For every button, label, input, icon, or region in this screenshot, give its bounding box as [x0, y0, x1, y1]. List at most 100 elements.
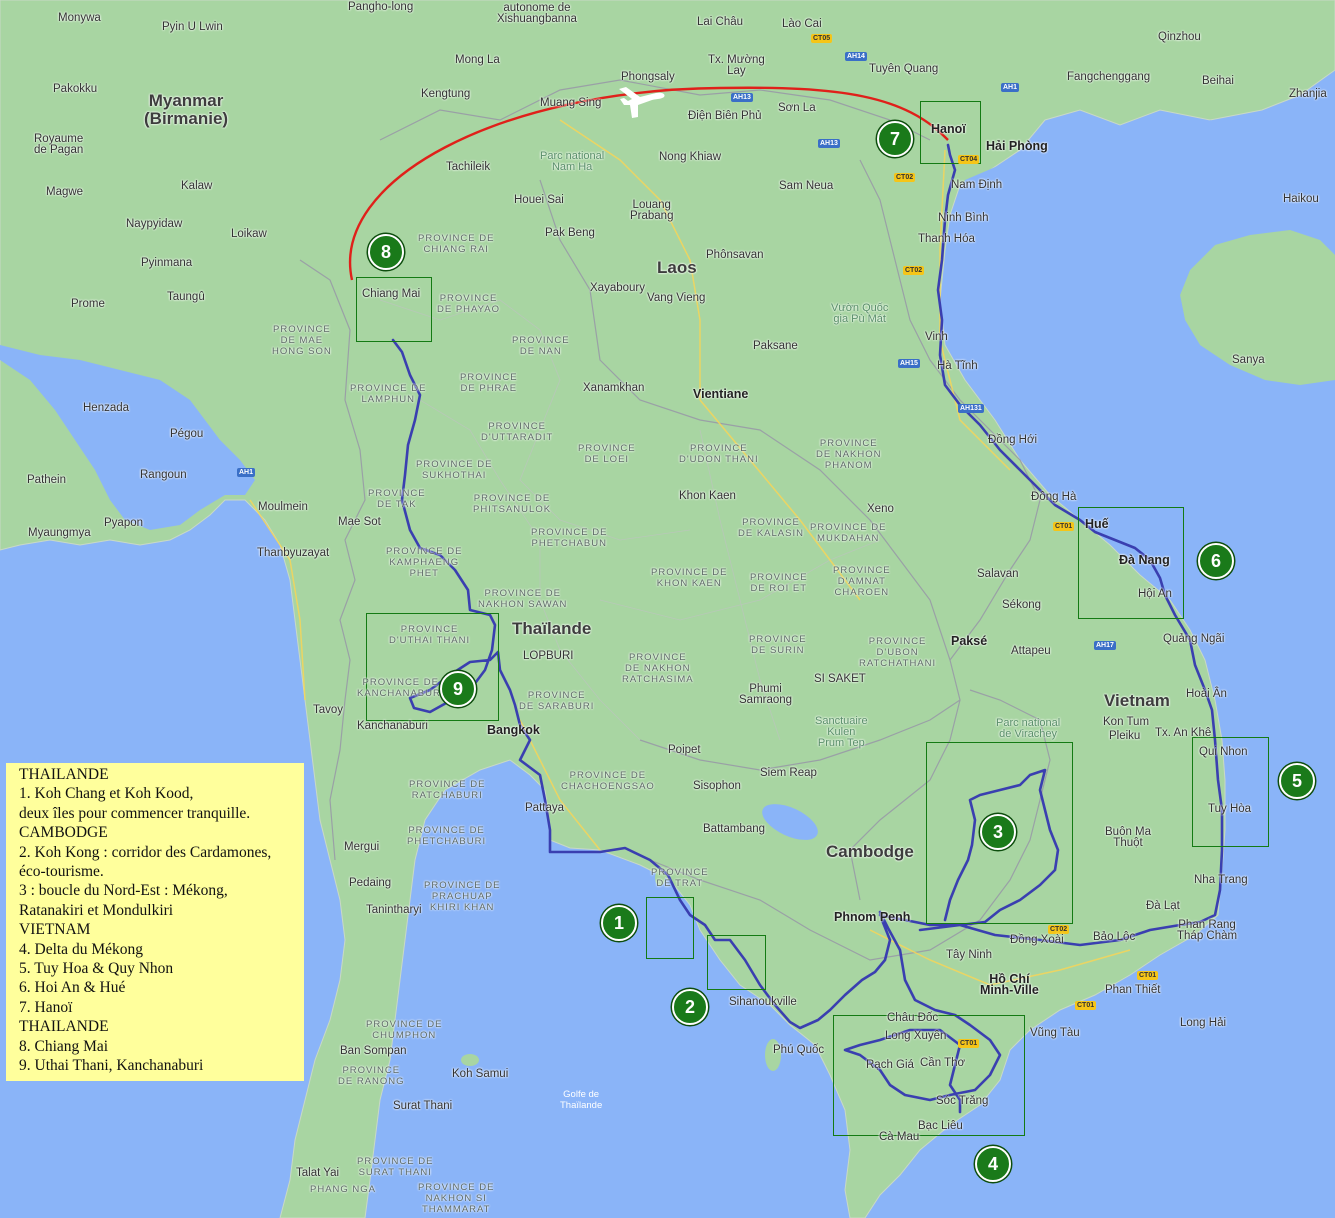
city-label: Vũng Tàu — [1030, 1027, 1080, 1039]
zone-1-koh-chang[interactable] — [646, 897, 694, 959]
province-label: PROVINCE DE CHACHOENGSAO — [561, 770, 655, 792]
province-label: PROVINCE DE PHITSANULOK — [473, 493, 552, 515]
city-label: Đồng Hới — [988, 434, 1038, 446]
city-label: Bạc Liêu — [918, 1120, 963, 1132]
city-label: Haikou — [1283, 193, 1319, 205]
city-label: Pégou — [170, 428, 204, 440]
highway-shield: AH14 — [845, 52, 867, 61]
park-label: Vườn Quốc gia Pù Mát — [831, 302, 889, 325]
city-label: Rangoun — [140, 469, 187, 481]
city-label: Kanchanaburi — [357, 720, 428, 732]
legend-line: 5. Tuy Hoa & Quy Nhon — [19, 960, 174, 978]
province-label: PROVINCE DE SURAT THANI — [357, 1156, 434, 1178]
province-label: PROVINCE DE TRAT — [651, 867, 709, 889]
marker-3[interactable]: 3 — [980, 814, 1016, 850]
legend-line: 2. Koh Kong : corridor des Cardamones, — [19, 843, 272, 861]
marker-5[interactable]: 5 — [1279, 763, 1315, 799]
marker-1[interactable]: 1 — [601, 905, 637, 941]
city-label: Houei Sai — [514, 194, 564, 206]
highway-shield: CT01 — [1075, 1001, 1097, 1010]
province-label: PHANG NGA — [310, 1184, 377, 1195]
city-label: Phongsaly — [621, 71, 675, 83]
highway-shield: AH1 — [237, 468, 256, 477]
province-label: PROVINCE DE PHRAE — [460, 372, 518, 394]
legend-line: Ratanakiri et Mondulkiri — [19, 901, 174, 919]
city-label: Sanya — [1232, 354, 1265, 366]
city-label: Battambang — [703, 823, 766, 835]
city-label: Hoài Ân — [1186, 688, 1227, 700]
city-label: Tuyên Quang — [869, 63, 939, 75]
city-label: Sam Neua — [779, 180, 834, 192]
province-label: PROVINCE DE RATCHABURI — [409, 779, 486, 801]
legend-line: VIETNAM — [19, 921, 91, 939]
legend-line: 7. Hanoï — [19, 998, 73, 1016]
highway-shield: CT01 — [1053, 522, 1075, 531]
city-label-hochiminh: Hồ Chí Minh-Ville — [980, 972, 1039, 997]
city-label: Tây Ninh — [946, 949, 993, 961]
legend-line: 9. Uthai Thani, Kanchanaburi — [19, 1057, 204, 1075]
city-label: Attapeu — [1011, 645, 1051, 657]
city-label: Lai Châu — [697, 16, 744, 28]
province-label: PROVINCE DE PHETCHABUN — [531, 527, 608, 549]
highway-shield: CT04 — [958, 155, 980, 164]
city-label: Kalaw — [181, 180, 213, 192]
city-label: Rạch Giá — [866, 1059, 914, 1071]
city-label: Long Hải — [1180, 1017, 1227, 1029]
city-label-pakse: Paksé — [951, 634, 988, 648]
country-label-laos: Laos — [657, 258, 697, 277]
province-label: PROVINCE DE SURIN — [749, 634, 807, 656]
highway-shield: CT05 — [811, 34, 833, 43]
park-label: Parc national de Virachey — [996, 717, 1061, 740]
map-canvas[interactable]: CT05 AH14 AH1 AH13 AH13 CT04 CT02 CT02 A… — [0, 0, 1335, 1218]
city-label: Pyinmana — [141, 257, 193, 269]
city-label: Cần Thơ — [920, 1057, 966, 1069]
city-label: Qinzhou — [1158, 31, 1201, 43]
marker-2[interactable]: 2 — [672, 989, 708, 1025]
province-label: PROVINCE D'UDON THANI — [679, 443, 759, 465]
province-label: PROVINCE DE PRACHUAP KHIRI KHAN — [424, 880, 501, 913]
city-label: Louang Prabang — [630, 199, 674, 222]
city-label: Pakokku — [53, 83, 98, 95]
legend-line: éco-tourisme. — [19, 863, 104, 881]
city-label: Nam Định — [951, 179, 1003, 191]
city-label: Kengtung — [421, 88, 471, 100]
marker-4[interactable]: 4 — [975, 1146, 1011, 1182]
city-label-haiphong: Hải Phòng — [986, 139, 1048, 153]
city-label-hanoi: Hanoï — [931, 122, 966, 136]
province-label: PROVINCE DE NAKHON PHANOM — [816, 438, 882, 471]
province-label: PROVINCE D'AMNAT CHAROEN — [833, 565, 891, 598]
city-label: Thanbyuzayat — [257, 547, 330, 559]
city-label: Nong Khiaw — [659, 151, 722, 163]
province-label: PROVINCE DE MUKDAHAN — [810, 522, 887, 544]
province-label: PROVINCE DE CHIANG RAI — [418, 233, 495, 255]
city-label: Pyin U Lwin — [162, 21, 223, 33]
city-label: Pyapon — [104, 517, 144, 529]
city-label: Vinh — [925, 331, 948, 343]
marker-9[interactable]: 9 — [440, 671, 476, 707]
zone-8-chiang-mai[interactable] — [356, 277, 432, 342]
city-label: Sékong — [1002, 599, 1042, 611]
province-label: PROVINCE DE CHUMPHON — [366, 1019, 443, 1041]
province-label: PROVINCE DE SUKHOTHAI — [416, 459, 493, 481]
city-label-vientiane: Vientiane — [693, 387, 749, 401]
zone-2-koh-kong[interactable] — [707, 935, 766, 990]
city-label: Magwe — [46, 186, 84, 198]
city-label: SI SAKET — [814, 673, 866, 685]
city-label: Long Xuyên — [885, 1030, 947, 1042]
highway-shield: AH131 — [958, 404, 984, 413]
city-label: Tx. Mường Lay — [708, 54, 765, 77]
city-label: Tx. An Khê — [1155, 727, 1212, 739]
city-label-tuyhoa: Tuy Hòa — [1208, 803, 1252, 815]
city-label: Mae Sot — [338, 516, 381, 528]
city-label: Pattaya — [525, 802, 564, 814]
city-label: Điện Biên Phủ — [688, 110, 762, 122]
marker-8[interactable]: 8 — [368, 234, 404, 270]
province-label: PROVINCE DE NAN — [512, 335, 570, 357]
marker-7[interactable]: 7 — [877, 121, 913, 157]
marker-6[interactable]: 6 — [1198, 543, 1234, 579]
city-label: Tachileik — [446, 161, 491, 173]
city-label: Ninh Bình — [938, 212, 989, 224]
city-label: Sisophon — [693, 780, 741, 792]
province-label: PROVINCE DE SARABURI — [519, 690, 595, 712]
highway-shield: AH1 — [1001, 83, 1020, 92]
